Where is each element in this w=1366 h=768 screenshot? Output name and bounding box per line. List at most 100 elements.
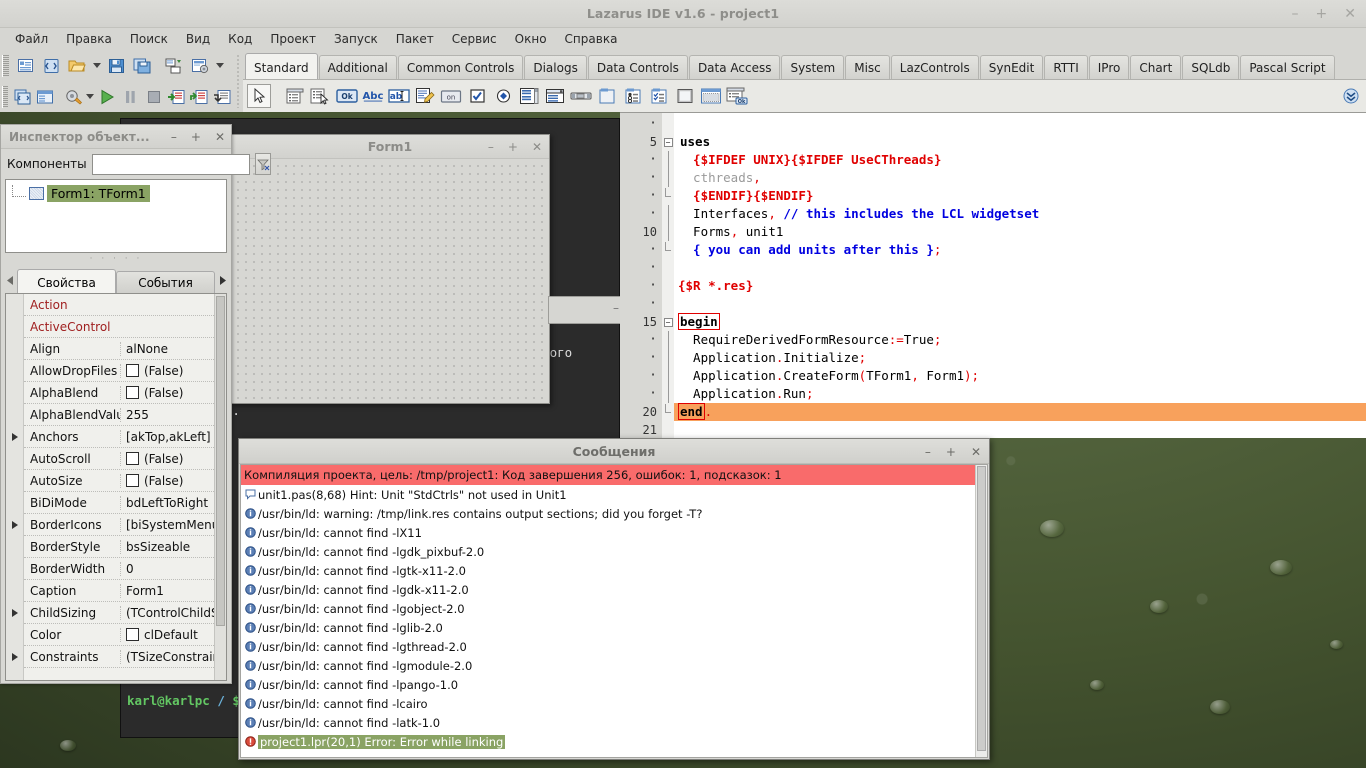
palette-components[interactable]: Ok Abc ab on — [243, 79, 1366, 112]
messages-minimize-button[interactable]: – — [925, 445, 931, 459]
property-row[interactable]: AutoSize(False) — [24, 470, 214, 492]
tab-properties[interactable]: Свойства — [17, 269, 116, 293]
property-expand-arrow-icon[interactable] — [6, 514, 23, 536]
object-inspector-window[interactable]: Инспектор объект... – + ✕ Компоненты For… — [0, 124, 232, 684]
filter-icon[interactable] — [255, 153, 271, 175]
messages-titlebar[interactable]: Сообщения – + ✕ — [239, 439, 989, 464]
oi-close-button[interactable]: ✕ — [215, 130, 225, 144]
message-row[interactable]: project1.lpr(20,1) Error: Error while li… — [241, 732, 975, 751]
palette-tab-pascal-script[interactable]: Pascal Script — [1240, 55, 1334, 79]
step-over-icon[interactable] — [187, 85, 210, 109]
object-inspector-tabs[interactable]: Свойства События — [1, 265, 231, 293]
message-row[interactable]: /usr/bin/ld: cannot find -lX11 — [241, 523, 975, 542]
form-minimize-button[interactable]: – — [488, 140, 494, 154]
property-row[interactable]: AlignalNone — [24, 338, 214, 360]
view-forms-icon[interactable] — [11, 85, 34, 109]
message-row[interactable]: /usr/bin/ld: cannot find -lgthread-2.0 — [241, 637, 975, 656]
form-design-canvas[interactable] — [231, 159, 549, 403]
selection-arrow-icon[interactable] — [247, 84, 271, 108]
palette-tab-data-access[interactable]: Data Access — [689, 55, 781, 79]
property-row[interactable]: ActiveControl — [24, 316, 214, 338]
palette-tabs[interactable]: StandardAdditionalCommon ControlsDialogs… — [243, 50, 1366, 79]
property-row[interactable]: AlphaBlendValu255 — [24, 404, 214, 426]
tabs-scroll-left-icon[interactable] — [3, 267, 17, 293]
property-expand-arrow-icon[interactable] — [6, 646, 23, 668]
tactionlist-icon[interactable]: Ok — [725, 84, 749, 108]
property-value[interactable]: (TSizeConstraints — [120, 650, 214, 664]
build-dropdown-icon[interactable] — [85, 85, 96, 109]
tree-node-form1[interactable]: Form1: TForm1 — [12, 185, 226, 202]
menu-item-файл[interactable]: Файл — [6, 29, 57, 49]
property-value[interactable]: Form1 — [120, 584, 214, 598]
property-checkbox[interactable] — [126, 364, 139, 377]
message-row[interactable]: /usr/bin/ld: cannot find -latk-1.0 — [241, 713, 975, 732]
object-inspector-titlebar[interactable]: Инспектор объект... – + ✕ — [1, 125, 231, 149]
property-row[interactable]: AllowDropFiles(False) — [24, 360, 214, 382]
property-row[interactable]: CaptionForm1 — [24, 580, 214, 602]
palette-tab-standard[interactable]: Standard — [245, 53, 318, 79]
open-unit-icon[interactable] — [38, 54, 64, 78]
form-maximize-button[interactable]: + — [508, 140, 518, 154]
property-checkbox[interactable] — [126, 628, 139, 641]
palette-tab-lazcontrols[interactable]: LazControls — [891, 55, 979, 79]
messages-close-button[interactable]: ✕ — [971, 445, 981, 459]
property-row[interactable]: BorderIcons[biSystemMenu,b — [24, 514, 214, 536]
property-value[interactable]: 0 — [120, 562, 214, 576]
save-all-icon[interactable] — [129, 54, 155, 78]
toolbar-grip[interactable] — [2, 55, 9, 77]
open-file-dropdown-icon[interactable] — [90, 54, 103, 78]
message-row[interactable]: /usr/bin/ld: cannot find -lcairo — [241, 694, 975, 713]
property-row[interactable]: Anchors[akTop,akLeft] — [24, 426, 214, 448]
property-value[interactable]: bdLeftToRight — [120, 496, 214, 510]
message-row[interactable]: /usr/bin/ld: cannot find -lgdk-x11-2.0 — [241, 580, 975, 599]
tcombobox-icon[interactable] — [543, 84, 567, 108]
menu-item-проект[interactable]: Проект — [261, 29, 325, 49]
property-value[interactable]: alNone — [120, 342, 214, 356]
tab-events[interactable]: События — [116, 271, 215, 293]
menu-item-запуск[interactable]: Запуск — [325, 29, 387, 49]
menu-item-сервис[interactable]: Сервис — [443, 29, 506, 49]
fold-box-begin[interactable]: − — [664, 318, 673, 327]
property-value[interactable]: [akTop,akLeft] — [120, 430, 214, 444]
new-unit-icon[interactable] — [12, 54, 38, 78]
messages-scrollbar[interactable] — [975, 465, 987, 757]
editor-fold-gutter[interactable]: − − — [662, 113, 674, 438]
property-row[interactable]: ColorclDefault — [24, 624, 214, 646]
property-checkbox[interactable] — [126, 474, 139, 487]
property-row[interactable]: BorderStylebsSizeable — [24, 536, 214, 558]
property-row[interactable]: BiDiModebdLeftToRight — [24, 492, 214, 514]
menu-item-справка[interactable]: Справка — [556, 29, 627, 49]
property-row[interactable]: Constraints(TSizeConstraints — [24, 646, 214, 668]
property-checkbox[interactable] — [126, 452, 139, 465]
property-rows[interactable]: ActionActiveControlAlignalNoneAllowDropF… — [24, 294, 214, 680]
view-units-icon[interactable] — [187, 54, 213, 78]
palette-tab-rtti[interactable]: RTTI — [1044, 55, 1087, 79]
tcheckbox-icon[interactable] — [465, 84, 489, 108]
view-units-list-icon[interactable] — [34, 85, 57, 109]
menu-item-вид[interactable]: Вид — [177, 29, 219, 49]
property-row[interactable]: Action — [24, 294, 214, 316]
tedit-icon[interactable]: ab — [387, 84, 411, 108]
form-close-button[interactable]: ✕ — [532, 140, 542, 154]
step-out-icon[interactable] — [210, 85, 233, 109]
palette-tab-dialogs[interactable]: Dialogs — [524, 55, 586, 79]
tradiogroup-icon[interactable] — [621, 84, 645, 108]
message-row[interactable]: /usr/bin/ld: cannot find -lgmodule-2.0 — [241, 656, 975, 675]
message-row[interactable]: /usr/bin/ld: warning: /tmp/link.res cont… — [241, 504, 975, 523]
palette-tab-system[interactable]: System — [781, 55, 844, 79]
tpopupmenu-icon[interactable] — [309, 84, 333, 108]
tgroupbox-icon[interactable] — [595, 84, 619, 108]
chevron-double-down-icon[interactable] — [1342, 87, 1360, 105]
property-value[interactable]: clDefault — [120, 628, 214, 642]
ide-titlebar[interactable]: Lazarus IDE v1.6 - project1 – + ✕ — [0, 0, 1366, 28]
tmemo-icon[interactable] — [413, 84, 437, 108]
message-row[interactable]: /usr/bin/ld: cannot find -lgtk-x11-2.0 — [241, 561, 975, 580]
palette-tab-misc[interactable]: Misc — [845, 55, 890, 79]
toggle-form-unit-icon[interactable] — [161, 54, 187, 78]
property-scrollbar[interactable] — [214, 294, 226, 680]
property-value[interactable]: 255 — [120, 408, 214, 422]
property-value[interactable]: (False) — [120, 474, 214, 488]
step-into-icon[interactable] — [165, 85, 188, 109]
property-value[interactable]: (TControlChildSiz — [120, 606, 214, 620]
components-filter-input[interactable] — [92, 154, 250, 175]
